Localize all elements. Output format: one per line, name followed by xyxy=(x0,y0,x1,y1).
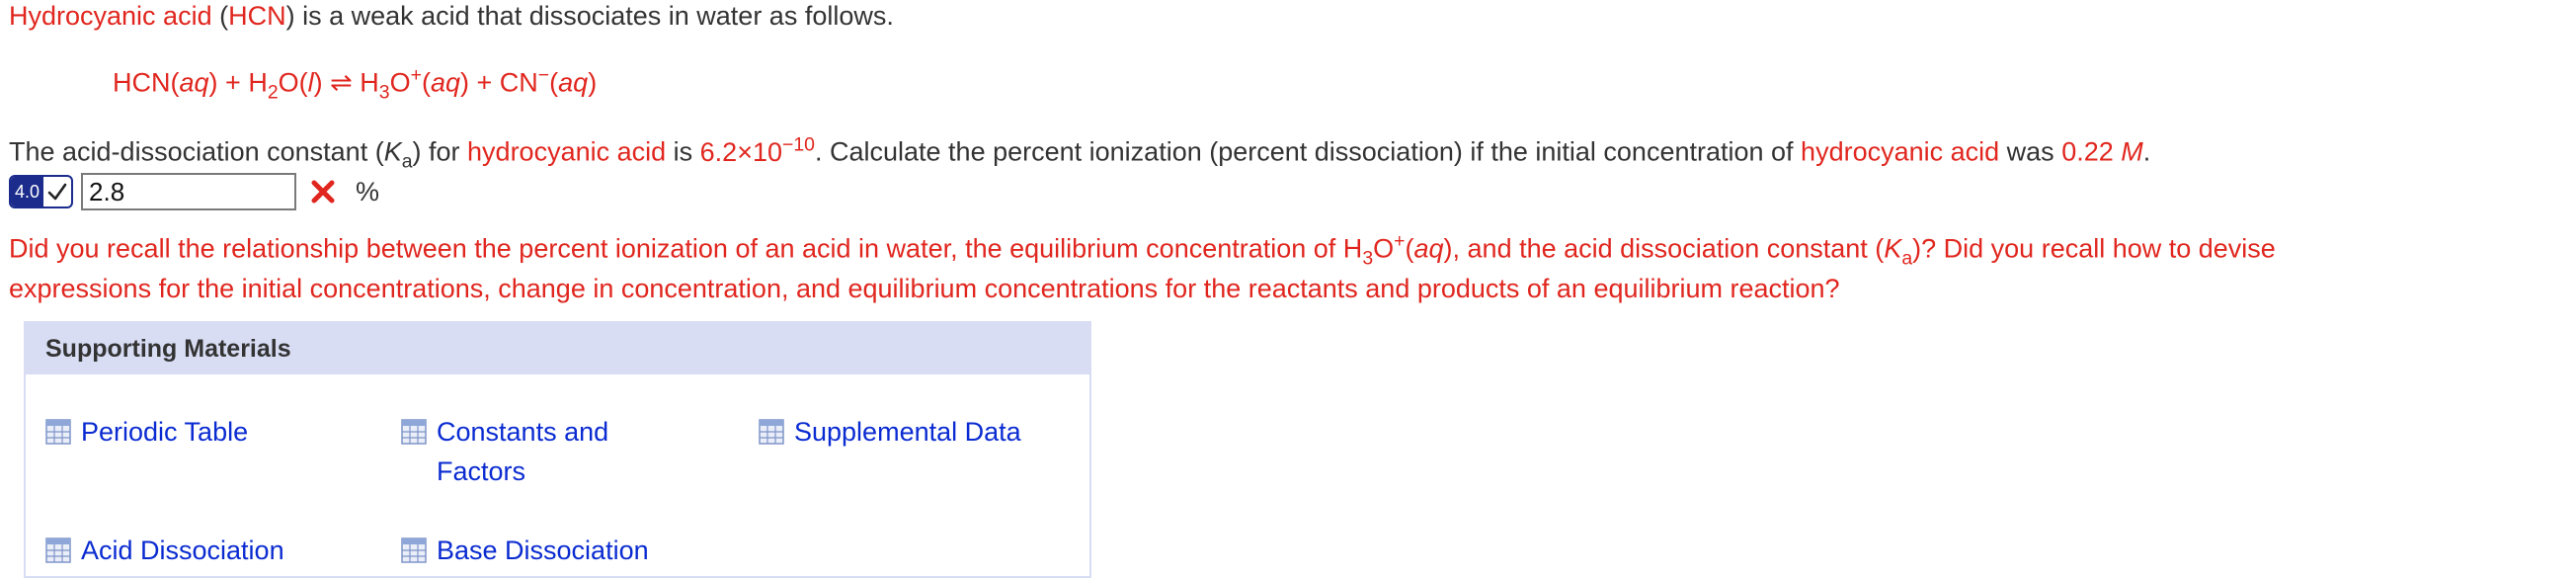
table-icon xyxy=(401,419,427,445)
eq-cn-state: aq xyxy=(558,67,589,98)
ka-value-exponent: −10 xyxy=(782,133,815,155)
feedback-text-1a: Did you recall the relationship between … xyxy=(9,233,1363,264)
eq-hcn-close: ) xyxy=(208,67,218,98)
incorrect-x-icon xyxy=(311,180,335,204)
ka-subscript: a xyxy=(401,150,413,173)
eq-h3o-charge: + xyxy=(410,64,422,86)
eq-h3o-state: aq xyxy=(430,67,461,98)
supplemental-data-label: Supplemental Data xyxy=(794,417,1021,447)
intro-open-paren: ( xyxy=(211,1,229,31)
question-intro: Hydrocyanic acid (HCN) is a weak acid th… xyxy=(9,0,894,32)
eq-h2o-sub: 2 xyxy=(267,81,279,104)
feedback-h3o-o: O xyxy=(1373,233,1395,264)
dissociation-equation: HCN(aq) + H2O(l) ⇌ H3O+(aq) + CN−(aq) xyxy=(113,59,597,108)
periodic-table-label: Periodic Table xyxy=(81,417,249,447)
prompt-period: . xyxy=(2142,136,2151,167)
eq-h3o-o: O xyxy=(389,67,411,98)
answer-input[interactable] xyxy=(81,173,297,210)
prompt-text-5: was xyxy=(1999,136,2062,167)
version-label: 4.0 xyxy=(11,177,44,206)
table-icon xyxy=(45,537,71,563)
eq-cn-open: ( xyxy=(549,67,559,98)
eq-h3o-open: ( xyxy=(421,67,431,98)
acid-dissociation-label: Acid Dissociation xyxy=(81,536,284,565)
prompt-text-2: ) for xyxy=(412,136,468,167)
ka-symbol: K xyxy=(383,136,402,167)
eq-h2o-close: ) xyxy=(313,67,323,98)
feedback-state: aq xyxy=(1413,233,1444,264)
concentration-unit: M xyxy=(2121,136,2143,167)
feedback-h3o-sub: 3 xyxy=(1362,247,1374,270)
eq-h3o-sub: 3 xyxy=(378,81,390,104)
table-icon xyxy=(759,419,784,445)
constants-and-factors-label: Constants and Factors xyxy=(437,417,609,486)
table-icon xyxy=(45,419,71,445)
base-dissociation-label: Base Dissociation xyxy=(437,536,649,565)
eq-hcn-state: aq xyxy=(179,67,209,98)
eq-h3o-close: ) xyxy=(460,67,470,98)
equilibrium-arrow: ⇌ xyxy=(322,67,361,98)
supporting-materials-title: Supporting Materials xyxy=(26,323,1089,374)
acid-formula: HCN xyxy=(228,1,286,31)
ka-value-base: 6.2×10 xyxy=(699,136,782,167)
feedback-line-2: expressions for the initial concentratio… xyxy=(9,274,1840,303)
base-dissociation-link[interactable]: Base Dissociation xyxy=(401,531,737,570)
checkmark-icon xyxy=(43,177,71,206)
prompt-text-4: . Calculate the percent ionization (perc… xyxy=(814,136,1802,167)
supplemental-data-link[interactable]: Supplemental Data xyxy=(759,412,1085,452)
prompt-text-1: The acid-dissociation constant ( xyxy=(9,136,384,167)
periodic-table-link[interactable]: Periodic Table xyxy=(45,412,381,452)
eq-h3o-h: H xyxy=(360,67,379,98)
prompt-text-3: is xyxy=(666,136,700,167)
feedback-ka-symbol: K xyxy=(1884,233,1902,264)
feedback-text-1c: )? Did you recall how to devise xyxy=(1912,233,2276,264)
acid-name: Hydrocyanic acid xyxy=(9,1,212,31)
feedback-h3o-charge: + xyxy=(1394,230,1406,252)
acid-dissociation-link[interactable]: Acid Dissociation xyxy=(45,531,381,570)
ka-value: 6.2×10−10 xyxy=(699,133,815,167)
eq-h2o-o: O( xyxy=(278,67,308,98)
feedback-ka-sub: a xyxy=(1901,247,1913,270)
prompt-acid-name: hydrocyanic acid xyxy=(467,136,667,167)
initial-concentration: 0.22 xyxy=(2061,136,2114,167)
table-icon xyxy=(401,537,427,563)
answer-row: 4.0 % xyxy=(9,170,379,213)
percent-unit-label: % xyxy=(356,176,380,206)
eq-hcn: HCN( xyxy=(113,67,180,98)
eq-h2o-h: + H xyxy=(217,67,268,98)
feedback-state-open: ( xyxy=(1405,233,1414,264)
eq-cn-charge: − xyxy=(537,64,550,86)
supporting-materials-panel: Supporting Materials Periodic Table Cons… xyxy=(24,321,1091,578)
constants-and-factors-link[interactable]: Constants and Factors xyxy=(401,412,678,491)
eq-cn-close: ) xyxy=(588,67,598,98)
version-badge[interactable]: 4.0 xyxy=(9,175,74,208)
feedback-line-1: Did you recall the relationship between … xyxy=(9,225,2276,274)
intro-text: ) is a weak acid that dissociates in wat… xyxy=(285,1,894,31)
prompt-acid-name-2: hydrocyanic acid xyxy=(1801,136,2000,167)
eq-cn: + CN xyxy=(469,67,538,98)
feedback-text-1b: ), and the acid dissociation constant ( xyxy=(1443,233,1885,264)
